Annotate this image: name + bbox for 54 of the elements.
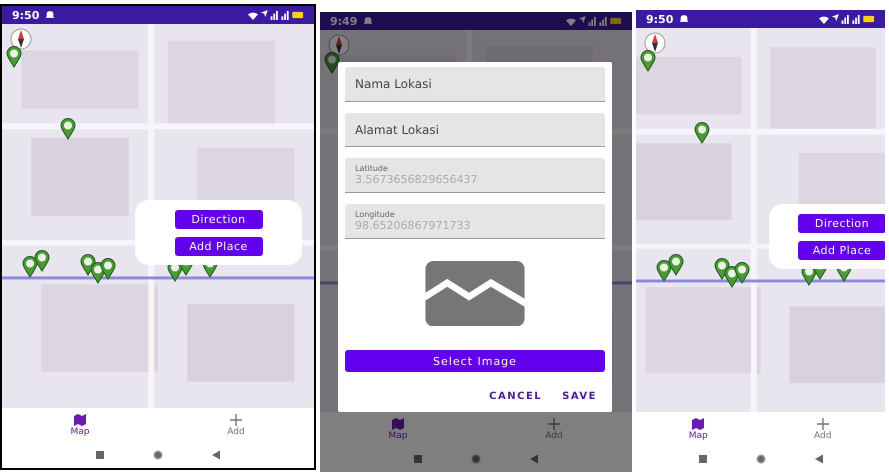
popup-button[interactable]: Direction [174, 210, 262, 228]
dialog-action[interactable]: SAVE [560, 388, 599, 404]
status-time: 9:50 [646, 12, 674, 26]
compass-icon[interactable] [10, 28, 32, 50]
back-icon[interactable] [814, 454, 824, 464]
map-pin-icon[interactable] [6, 46, 22, 68]
field-label: Longitude [355, 210, 396, 219]
nav-tab[interactable]: Map [668, 417, 728, 441]
add-icon [547, 417, 561, 431]
map-pin-icon[interactable] [324, 52, 340, 74]
back-icon[interactable] [211, 450, 221, 460]
notification-icon [45, 10, 56, 20]
compass-icon[interactable] [644, 32, 666, 54]
map-pin-icon[interactable] [100, 258, 116, 280]
field-label: Latitude [355, 164, 389, 174]
status-icons [819, 13, 875, 25]
notification-icon [363, 16, 374, 26]
image-placeholder-icon [425, 260, 525, 326]
dialog-action[interactable]: CANCEL [487, 388, 544, 404]
recent-apps-icon[interactable] [413, 454, 423, 464]
map-pin-icon[interactable] [640, 50, 656, 72]
back-icon[interactable] [529, 454, 539, 464]
recent-apps-icon[interactable] [698, 454, 708, 464]
map-pin-icon[interactable] [734, 262, 750, 284]
input-field[interactable]: Alamat Lokasi [345, 112, 605, 148]
popup-button[interactable]: Add Place [798, 240, 885, 260]
status-icons [248, 9, 304, 21]
map-pin-icon[interactable] [34, 250, 50, 272]
home-icon[interactable] [471, 454, 481, 464]
notification-icon [679, 14, 690, 24]
nav-tab[interactable]: Add [792, 417, 853, 441]
select-image-button[interactable]: Select Image [345, 350, 605, 372]
popup-button[interactable]: Add Place [174, 236, 262, 256]
status-time: 9:49 [330, 14, 358, 28]
map-icon [691, 417, 706, 431]
map-icon [73, 413, 87, 427]
status-icons [566, 15, 622, 27]
add-icon [816, 417, 830, 431]
input-field[interactable]: Longitude 98.65206867971733 [345, 204, 605, 239]
input-field[interactable]: Nama Lokasi [345, 67, 605, 102]
nav-tab[interactable]: Map [50, 413, 110, 437]
home-icon[interactable] [756, 454, 766, 464]
add-icon [229, 413, 243, 427]
status-time: 9:50 [12, 8, 40, 22]
map-pin-icon[interactable] [668, 254, 684, 276]
map-pin-icon[interactable] [60, 118, 76, 140]
nav-tab[interactable]: Add [206, 413, 266, 437]
map-pin-icon[interactable] [694, 122, 710, 144]
home-icon[interactable] [153, 450, 163, 460]
recent-apps-icon[interactable] [95, 450, 105, 460]
popup-button[interactable]: Direction [798, 214, 885, 232]
map-icon [391, 417, 405, 431]
nav-tab[interactable]: Map [368, 417, 428, 441]
input-field[interactable]: Latitude 3.5673656829656437 [345, 158, 605, 194]
